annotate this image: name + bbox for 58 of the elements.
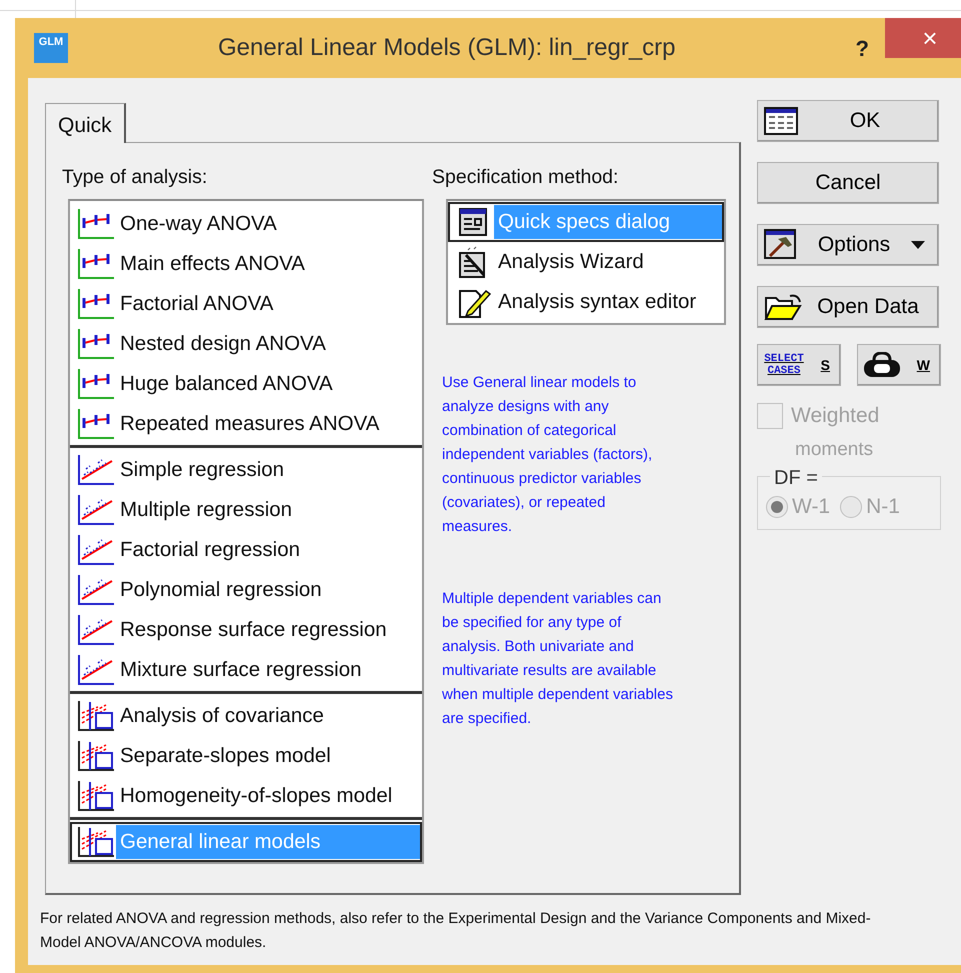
button[interactable]: Open Data bbox=[757, 286, 939, 328]
list-item[interactable]: One-way ANOVA bbox=[70, 204, 422, 244]
chart-icon bbox=[76, 493, 116, 527]
list-item[interactable]: Separate-slopes model bbox=[70, 736, 422, 776]
hammer-icon bbox=[764, 229, 798, 261]
list-item[interactable]: Polynomial regression bbox=[70, 570, 422, 610]
help-button[interactable]: ? bbox=[856, 32, 869, 64]
button[interactable]: Options bbox=[757, 224, 939, 266]
button[interactable]: Cancel bbox=[757, 162, 939, 204]
radio-label: W-1 bbox=[792, 494, 830, 520]
list-item[interactable]: Analysis of covariance bbox=[70, 696, 422, 736]
list-item[interactable]: Repeated measures ANOVA bbox=[70, 404, 422, 444]
list-item[interactable]: Huge balanced ANOVA bbox=[70, 364, 422, 404]
window-title: General Linear Models (GLM): lin_regr_crp bbox=[217, 33, 677, 63]
chart-icon bbox=[76, 739, 116, 773]
button[interactable]: SELECT CASES S bbox=[757, 344, 841, 386]
close-button[interactable]: × bbox=[885, 18, 961, 58]
chart-icon bbox=[76, 653, 116, 687]
chart-icon bbox=[76, 247, 116, 281]
checkbox-label: Weighted bbox=[791, 403, 880, 429]
list-item[interactable]: Simple regression bbox=[70, 450, 422, 490]
tab[interactable]: Quick bbox=[45, 103, 126, 143]
radio-label: N-1 bbox=[866, 494, 900, 520]
list-item[interactable]: Mixture surface regression bbox=[70, 650, 422, 690]
chart-icon bbox=[76, 407, 116, 441]
chart-icon bbox=[76, 825, 116, 859]
footer-note: For related ANOVA and regression methods, also refer to the Experimental Design and the Variance Components and Mixed-Model ANOVA/ANCOVA modules. bbox=[40, 909, 872, 953]
list-item[interactable]: Factorial ANOVA bbox=[70, 284, 422, 324]
chart-icon bbox=[76, 779, 116, 813]
chart-icon bbox=[76, 207, 116, 241]
list-item[interactable]: Main effects ANOVA bbox=[70, 244, 422, 284]
list-item[interactable]: Multiple regression bbox=[70, 490, 422, 530]
app-icon: GLM bbox=[34, 33, 68, 63]
chart-icon bbox=[76, 453, 116, 487]
folder-icon bbox=[764, 292, 804, 322]
chart-icon bbox=[76, 613, 116, 647]
list-item[interactable]: Analysis syntax editor bbox=[448, 282, 724, 322]
chart-icon bbox=[76, 287, 116, 321]
list-item[interactable]: Analysis Wizard bbox=[448, 242, 724, 282]
help-text: Use General linear models to analyze designs with any combination of categorical independent variables (factors), continuous predictor variables (covariates), or repeated measures. bbox=[442, 373, 654, 537]
button[interactable]: OK bbox=[757, 100, 939, 142]
list-item[interactable]: Factorial regression bbox=[70, 530, 422, 570]
chart-icon bbox=[76, 367, 116, 401]
chart-icon bbox=[76, 533, 116, 567]
help-text: Multiple dependent variables can be specified for any type of analysis. Both univariate and multivariate results are available when multiple dependent variables are specified. bbox=[442, 589, 674, 729]
chart-icon bbox=[76, 699, 116, 733]
caret-icon bbox=[910, 240, 926, 250]
chart-icon bbox=[76, 573, 116, 607]
checkbox-label: moments bbox=[795, 438, 874, 462]
list-item[interactable]: Nested design ANOVA bbox=[70, 324, 422, 364]
section-label: Specification method: bbox=[432, 165, 620, 189]
button[interactable]: W bbox=[857, 344, 941, 386]
table-icon bbox=[764, 107, 798, 135]
chart-icon bbox=[76, 327, 116, 361]
list-item[interactable]: Homogeneity-of-slopes model bbox=[70, 776, 422, 816]
section-label: Type of analysis: bbox=[62, 165, 208, 189]
list-item[interactable]: Response surface regression bbox=[70, 610, 422, 650]
weight-icon bbox=[862, 352, 902, 378]
